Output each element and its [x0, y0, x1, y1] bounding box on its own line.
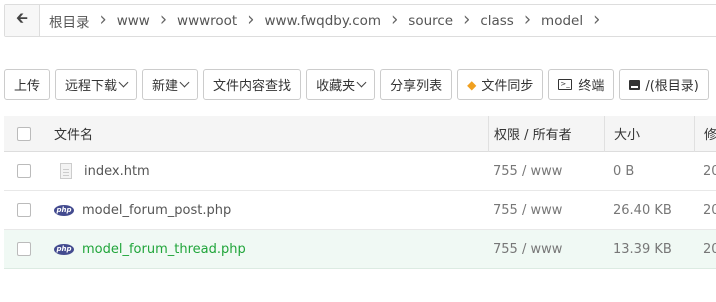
toolbar: 上传 远程下载 新建 文件内容查找 收藏夹 分享列表 ◆ 文件同步 >_ 终端 /(…	[4, 69, 709, 101]
file-permission[interactable]: 755 / www	[488, 242, 604, 257]
table-header: 文件名 权限 / 所有者 大小 修	[4, 115, 716, 152]
table-row[interactable]: php model_forum_thread.php 755 / www 13.…	[4, 230, 716, 269]
disk-icon	[629, 79, 641, 90]
breadcrumb-item-site[interactable]: www.fwqdby.com	[264, 13, 381, 29]
file-permission[interactable]: 755 / www	[488, 203, 604, 218]
breadcrumb-item-class[interactable]: class	[480, 13, 514, 29]
remote-download-label: 远程下载	[65, 79, 118, 94]
upload-button[interactable]: 上传	[4, 69, 51, 100]
gem-icon: ◆	[467, 77, 477, 92]
new-button[interactable]: 新建	[142, 69, 199, 100]
header-permission[interactable]: 权限 / 所有者	[488, 115, 604, 152]
share-list-label: 分享列表	[390, 79, 443, 94]
remote-download-button[interactable]: 远程下载	[55, 69, 138, 100]
chevron-down-icon	[179, 77, 190, 88]
row-check-cell	[4, 242, 44, 256]
select-all-cell	[4, 126, 44, 141]
table-row[interactable]: index.htm 755 / www 0 B 20	[4, 152, 716, 191]
header-size[interactable]: 大小	[604, 115, 694, 152]
breadcrumb-items: 根目录 www wwwroot www.fwqdby.com source cl…	[40, 11, 610, 31]
file-name[interactable]: model_forum_thread.php	[82, 242, 246, 257]
favorites-label: 收藏夹	[316, 79, 356, 94]
chevron-right-icon	[100, 11, 107, 31]
file-modified: 20	[703, 241, 716, 257]
header-modified-label: 修	[704, 128, 716, 143]
root-dir-label: /(根目录)	[645, 79, 699, 94]
chevron-right-icon	[524, 11, 531, 31]
row-check-cell	[4, 203, 44, 217]
chevron-right-icon	[463, 11, 470, 31]
row-checkbox[interactable]	[17, 203, 31, 217]
file-size: 0 B	[613, 163, 635, 179]
file-sync-label: 文件同步	[481, 79, 534, 94]
chevron-down-icon	[118, 77, 129, 88]
terminal-icon: >_	[558, 79, 573, 90]
row-checkbox[interactable]	[17, 242, 31, 256]
file-modified: 20	[703, 202, 716, 218]
select-all-checkbox[interactable]	[17, 126, 31, 141]
breadcrumb-item-wwwroot[interactable]: wwwroot	[177, 13, 237, 29]
chevron-down-icon	[356, 77, 367, 88]
row-name-cell: php model_forum_thread.php	[44, 242, 488, 257]
file-permission[interactable]: 755 / www	[488, 164, 604, 179]
chevron-right-icon	[593, 11, 600, 31]
breadcrumb-item-www[interactable]: www	[117, 13, 150, 29]
chevron-right-icon	[391, 11, 398, 31]
content-search-label: 文件内容查找	[213, 79, 292, 94]
php-icon: php	[54, 243, 74, 255]
breadcrumb-item-root[interactable]: 根目录	[49, 11, 90, 31]
php-icon: php	[54, 204, 74, 216]
header-size-label: 大小	[614, 128, 641, 143]
file-name[interactable]: index.htm	[84, 164, 150, 179]
row-check-cell	[4, 164, 44, 178]
breadcrumb-item-model[interactable]: model	[541, 13, 583, 29]
row-checkbox[interactable]	[17, 164, 31, 178]
chevron-right-icon	[247, 11, 254, 31]
header-permission-label: 权限 / 所有者	[494, 128, 572, 143]
row-name-cell: index.htm	[44, 163, 488, 179]
content-search-button[interactable]: 文件内容查找	[203, 69, 302, 100]
share-list-button[interactable]: 分享列表	[380, 69, 453, 100]
terminal-button[interactable]: >_ 终端	[548, 69, 615, 100]
file-size: 26.40 KB	[613, 202, 672, 218]
breadcrumb: 🡰 根目录 www wwwroot www.fwqdby.com source …	[4, 4, 716, 37]
row-name-cell: php model_forum_post.php	[44, 203, 488, 218]
terminal-label: 终端	[578, 79, 605, 94]
breadcrumb-item-source[interactable]: source	[408, 13, 453, 29]
header-modified[interactable]: 修	[694, 115, 716, 152]
root-dir-button[interactable]: /(根目录)	[619, 69, 709, 100]
new-label: 新建	[152, 79, 179, 94]
html-file-icon	[60, 163, 72, 179]
upload-label: 上传	[14, 79, 41, 94]
file-modified: 20	[703, 163, 716, 179]
back-arrow-icon[interactable]: 🡰	[5, 5, 40, 36]
favorites-button[interactable]: 收藏夹	[306, 69, 376, 100]
file-size: 13.39 KB	[613, 241, 672, 257]
header-name[interactable]: 文件名	[44, 124, 488, 143]
file-table: 文件名 权限 / 所有者 大小 修 index.htm 755 / www 0 …	[4, 115, 716, 269]
file-sync-button[interactable]: ◆ 文件同步	[457, 69, 544, 100]
chevron-right-icon	[160, 11, 167, 31]
file-name[interactable]: model_forum_post.php	[82, 203, 231, 218]
table-row[interactable]: php model_forum_post.php 755 / www 26.40…	[4, 191, 716, 230]
